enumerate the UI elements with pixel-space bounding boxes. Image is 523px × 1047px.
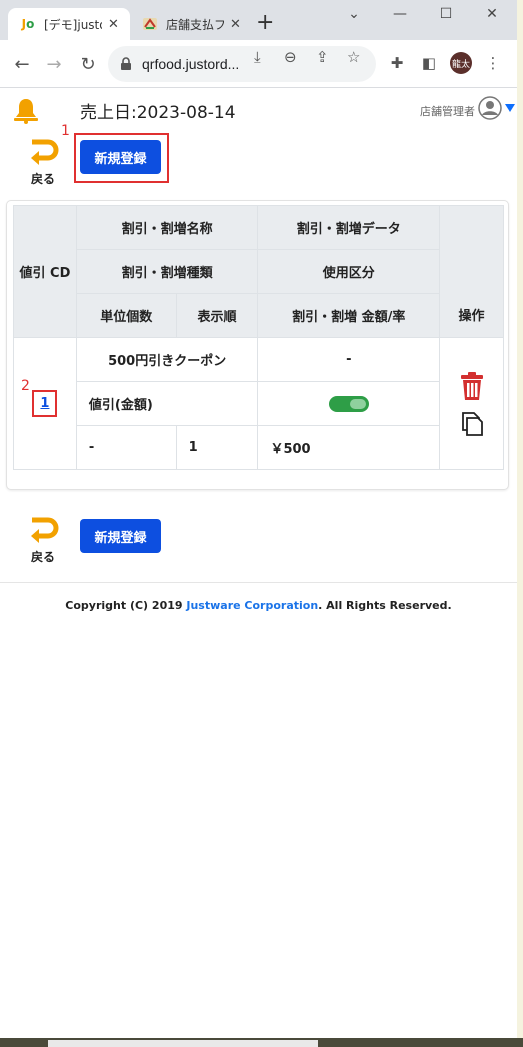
header-row: 単位個数 表示順 割引・割増 金額/率 [14,293,504,338]
back-arrow-icon[interactable]: ← [10,52,34,76]
tab-title: 店舗支払フ [166,17,224,32]
browser-tab-strip: Jo [デモ]justo ✕ 店舗支払フ ✕ + ⌄ — ☐ ✕ [0,0,523,40]
toggle-knob [349,398,366,409]
tab-store-payment[interactable]: 店舗支払フ ✕ [130,8,248,40]
footer-divider [0,582,517,583]
marker-1: 1 [61,123,70,139]
unit-count-cell: - [75,425,177,470]
side-panel-icon[interactable]: ◧ [418,52,440,74]
tab-title: [デモ]justo [44,17,102,32]
user-icon[interactable] [478,96,502,124]
table-row: 1 500円引きクーポン - [13,337,504,470]
tab-search-icon[interactable]: ⌄ [344,6,364,22]
header-row: 値引 CD 割引・割増名称 割引・割増データ 操作 [13,205,504,338]
col-usage: 使用区分 [257,249,441,294]
col-name: 割引・割増名称 [75,205,259,250]
bell-icon[interactable] [12,96,40,128]
copyright-suffix: . All Rights Reserved. [318,599,452,612]
col-operation: 操作 [439,205,504,338]
sales-date: 売上日:2023-08-14 [80,103,236,123]
discount-cd-cell: 1 [13,337,77,470]
new-tab-button[interactable]: + [256,12,274,34]
back-button[interactable]: 戻る [21,138,65,187]
data-cell: - [257,337,441,382]
back-label: 戻る [30,550,55,564]
horizontal-scrollbar[interactable] [48,1040,318,1047]
copy-icon[interactable] [440,411,503,441]
maximize-icon[interactable]: ☐ [436,6,456,22]
minimize-icon[interactable]: — [390,6,410,22]
close-tab-icon[interactable]: ✕ [230,17,241,32]
back-label: 戻る [30,172,55,186]
bookmark-star-icon[interactable]: ☆ [347,48,360,66]
install-icon[interactable]: ⤓ [254,48,261,66]
company-link[interactable]: Justware Corporation [186,599,318,612]
copyright-prefix: Copyright (C) 2019 [65,599,187,612]
new-register-button[interactable]: 新規登録 [80,140,161,174]
back-button-bottom[interactable]: 戻る [21,516,65,565]
zoom-icon[interactable]: ⊖ [284,48,297,66]
table-row: - 1 ￥500 [14,425,504,470]
col-discount-cd: 値引 CD [13,205,77,338]
marker-2: 2 [21,378,30,394]
col-display-order: 表示順 [175,293,259,338]
share-icon[interactable]: ⇪ [316,48,329,66]
page-content: 売上日:2023-08-14 店舗管理者 戻る 1 新規登録 値引 CD 割引・… [0,88,517,1038]
chrome-menu-icon[interactable]: ⋮ [482,52,504,74]
name-cell: 500円引きクーポン [75,337,259,382]
copyright-footer: Copyright (C) 2019 Justware Corporation.… [0,599,517,612]
col-amount-rate: 割引・割増 金額/率 [257,293,441,338]
close-tab-icon[interactable]: ✕ [108,17,119,32]
profile-avatar[interactable]: 龍太 [450,52,472,74]
return-arrow-icon [31,139,59,165]
lock-icon [121,57,131,70]
col-data: 割引・割増データ [257,205,441,250]
reload-icon[interactable]: ↻ [76,52,100,76]
background-window-edge [517,0,523,1047]
extensions-icon[interactable]: ✚ [386,52,408,74]
discount-cd-link[interactable]: 1 [32,390,58,417]
forward-arrow-icon[interactable]: → [42,52,66,76]
discount-table: 値引 CD 割引・割増名称 割引・割増データ 操作 割引・割増種類 使用区分 単… [13,205,504,470]
amount-cell: ￥500 [257,425,441,470]
store-icon [142,16,158,32]
browser-toolbar: ← → ↻ qrfood.justord... ⤓ ⊖ ⇪ ☆ ✚ ◧ 龍太 ⋮ [0,40,523,88]
operation-cell [439,337,504,470]
jo-logo-icon: Jo [21,17,35,31]
usage-toggle[interactable] [328,395,369,412]
window-close-icon[interactable]: ✕ [482,6,502,22]
address-bar[interactable]: qrfood.justord... [108,46,376,82]
col-type: 割引・割増種類 [75,249,259,294]
table-row: 値引(金額) [14,381,504,426]
col-unit-count: 単位個数 [75,293,177,338]
usage-cell [257,381,441,426]
chevron-down-icon[interactable] [505,104,515,112]
discount-table-card: 値引 CD 割引・割増名称 割引・割増データ 操作 割引・割増種類 使用区分 単… [6,200,509,490]
display-order-cell: 1 [175,425,259,470]
type-cell: 値引(金額) [75,381,259,426]
new-register-button-bottom[interactable]: 新規登録 [80,519,161,553]
manager-label[interactable]: 店舗管理者 [420,103,475,119]
tab-demo-justorder[interactable]: Jo [デモ]justo ✕ [8,8,130,40]
trash-icon[interactable] [440,371,503,405]
header-row: 割引・割増種類 使用区分 [14,249,504,294]
return-arrow-icon [31,517,59,543]
url-text: qrfood.justord... [142,56,240,72]
